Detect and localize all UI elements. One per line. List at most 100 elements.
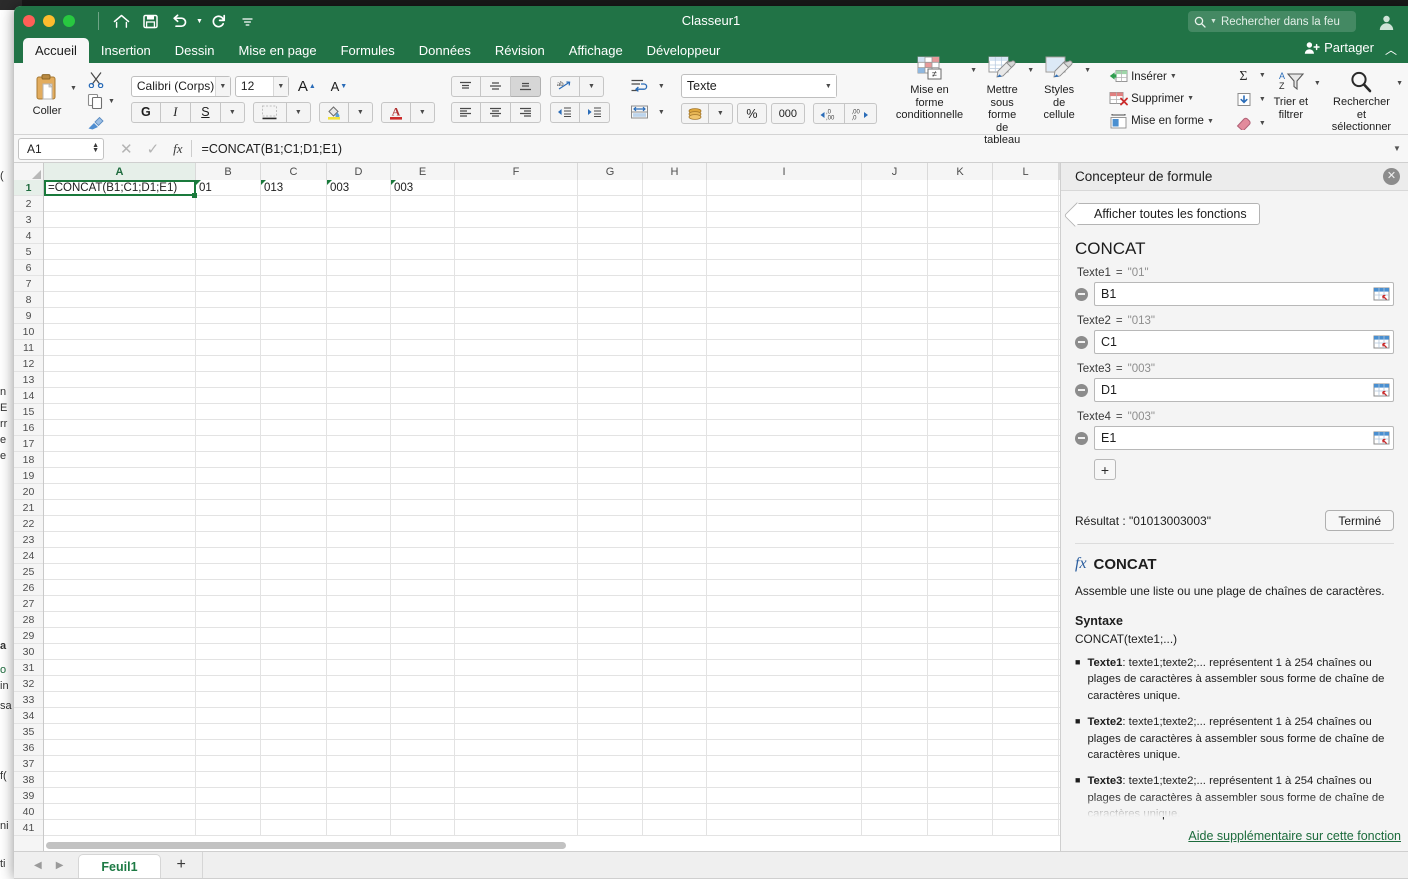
cell-I13[interactable] <box>707 372 862 388</box>
cell-F5[interactable] <box>455 244 578 260</box>
cell-K24[interactable] <box>928 548 993 564</box>
cell-B30[interactable] <box>196 644 261 660</box>
cell-L36[interactable] <box>993 740 1059 756</box>
cell-D30[interactable] <box>327 644 391 660</box>
column-header-l[interactable]: L <box>993 163 1059 180</box>
delete-cells-dropdown-icon[interactable]: ▼ <box>1187 95 1194 102</box>
cell-B22[interactable] <box>196 516 261 532</box>
cell-C36[interactable] <box>261 740 327 756</box>
cell-I39[interactable] <box>707 788 862 804</box>
cell-L13[interactable] <box>993 372 1059 388</box>
cell-J12[interactable] <box>862 356 928 372</box>
conditional-formatting-button[interactable]: ≠ Mise en forme conditionnelle <box>893 53 966 124</box>
cell-C34[interactable] <box>261 708 327 724</box>
fill-color-dropdown-button[interactable]: ▼ <box>348 101 373 123</box>
cell-L8[interactable] <box>993 292 1059 308</box>
cell-D41[interactable] <box>327 820 391 836</box>
cell-J6[interactable] <box>862 260 928 276</box>
cell-G3[interactable] <box>578 212 643 228</box>
show-all-functions-button[interactable]: Afficher toutes les fonctions <box>1075 203 1260 225</box>
cell-E10[interactable] <box>391 324 455 340</box>
cell-B32[interactable] <box>196 676 261 692</box>
cell-D20[interactable] <box>327 484 391 500</box>
copy-dropdown-icon[interactable]: ▼ <box>108 98 115 105</box>
cell-F18[interactable] <box>455 452 578 468</box>
cell-C2[interactable] <box>261 196 327 212</box>
cell-F27[interactable] <box>455 596 578 612</box>
cell-C25[interactable] <box>261 564 327 580</box>
cell-G33[interactable] <box>578 692 643 708</box>
sheet-tab-feuil1[interactable]: Feuil1 <box>78 854 161 878</box>
cell-L15[interactable] <box>993 404 1059 420</box>
cut-button[interactable] <box>85 70 115 89</box>
cell-E18[interactable] <box>391 452 455 468</box>
cell-E38[interactable] <box>391 772 455 788</box>
cell-G35[interactable] <box>578 724 643 740</box>
cell-B11[interactable] <box>196 340 261 356</box>
cell-I40[interactable] <box>707 804 862 820</box>
cell-A27[interactable] <box>44 596 196 612</box>
cell-B6[interactable] <box>196 260 261 276</box>
underline-button[interactable]: S <box>190 101 221 123</box>
row-header-12[interactable]: 12 <box>14 356 43 372</box>
cell-L22[interactable] <box>993 516 1059 532</box>
cell-J2[interactable] <box>862 196 928 212</box>
cell-G25[interactable] <box>578 564 643 580</box>
tab-developpeur[interactable]: Développeur <box>635 38 733 63</box>
cell-D21[interactable] <box>327 500 391 516</box>
cell-K33[interactable] <box>928 692 993 708</box>
cell-C22[interactable] <box>261 516 327 532</box>
cell-H24[interactable] <box>643 548 707 564</box>
row-header-5[interactable]: 5 <box>14 244 43 260</box>
cell-G7[interactable] <box>578 276 643 292</box>
add-argument-button[interactable]: + <box>1094 459 1116 480</box>
cell-J1[interactable] <box>862 180 928 196</box>
cell-H17[interactable] <box>643 436 707 452</box>
align-right-button[interactable] <box>510 101 541 123</box>
format-as-table-button[interactable]: Mettre sous forme de tableau <box>981 53 1023 149</box>
cell-C29[interactable] <box>261 628 327 644</box>
autosum-button[interactable]: Σ <box>1232 65 1256 86</box>
cell-K13[interactable] <box>928 372 993 388</box>
cell-D13[interactable] <box>327 372 391 388</box>
cell-F11[interactable] <box>455 340 578 356</box>
increase-indent-button[interactable] <box>579 101 610 123</box>
cell-D32[interactable] <box>327 676 391 692</box>
remove-argument-icon[interactable] <box>1075 431 1088 445</box>
cell-B33[interactable] <box>196 692 261 708</box>
cell-E26[interactable] <box>391 580 455 596</box>
cell-C30[interactable] <box>261 644 327 660</box>
cell-E37[interactable] <box>391 756 455 772</box>
cell-F23[interactable] <box>455 532 578 548</box>
cell-I1[interactable] <box>707 180 862 196</box>
cell-C33[interactable] <box>261 692 327 708</box>
cell-D19[interactable] <box>327 468 391 484</box>
cell-H38[interactable] <box>643 772 707 788</box>
cell-I21[interactable] <box>707 500 862 516</box>
cell-I14[interactable] <box>707 388 862 404</box>
cell-J9[interactable] <box>862 308 928 324</box>
cell-I20[interactable] <box>707 484 862 500</box>
cell-J20[interactable] <box>862 484 928 500</box>
cell-F19[interactable] <box>455 468 578 484</box>
argument-input-1[interactable]: B1 <box>1094 282 1394 306</box>
tab-dessin[interactable]: Dessin <box>163 38 227 63</box>
cell-F3[interactable] <box>455 212 578 228</box>
font-color-button[interactable]: A <box>380 101 411 123</box>
cell-C11[interactable] <box>261 340 327 356</box>
borders-dropdown-button[interactable]: ▼ <box>286 101 311 123</box>
cell-B39[interactable] <box>196 788 261 804</box>
cell-E14[interactable] <box>391 388 455 404</box>
search-dropdown-icon[interactable]: ▼ <box>1210 18 1217 25</box>
insert-cells-button[interactable]: Insérer ▼ <box>1107 68 1216 85</box>
cell-L9[interactable] <box>993 308 1059 324</box>
cell-D23[interactable] <box>327 532 391 548</box>
collapse-ribbon-icon[interactable]: ︿ <box>1385 41 1397 58</box>
thousands-separator-button[interactable]: 000 <box>770 103 805 124</box>
cell-E12[interactable] <box>391 356 455 372</box>
cell-K40[interactable] <box>928 804 993 820</box>
row-header-38[interactable]: 38 <box>14 772 43 788</box>
cell-B13[interactable] <box>196 372 261 388</box>
cell-F37[interactable] <box>455 756 578 772</box>
share-button[interactable]: Partager <box>1304 40 1374 55</box>
